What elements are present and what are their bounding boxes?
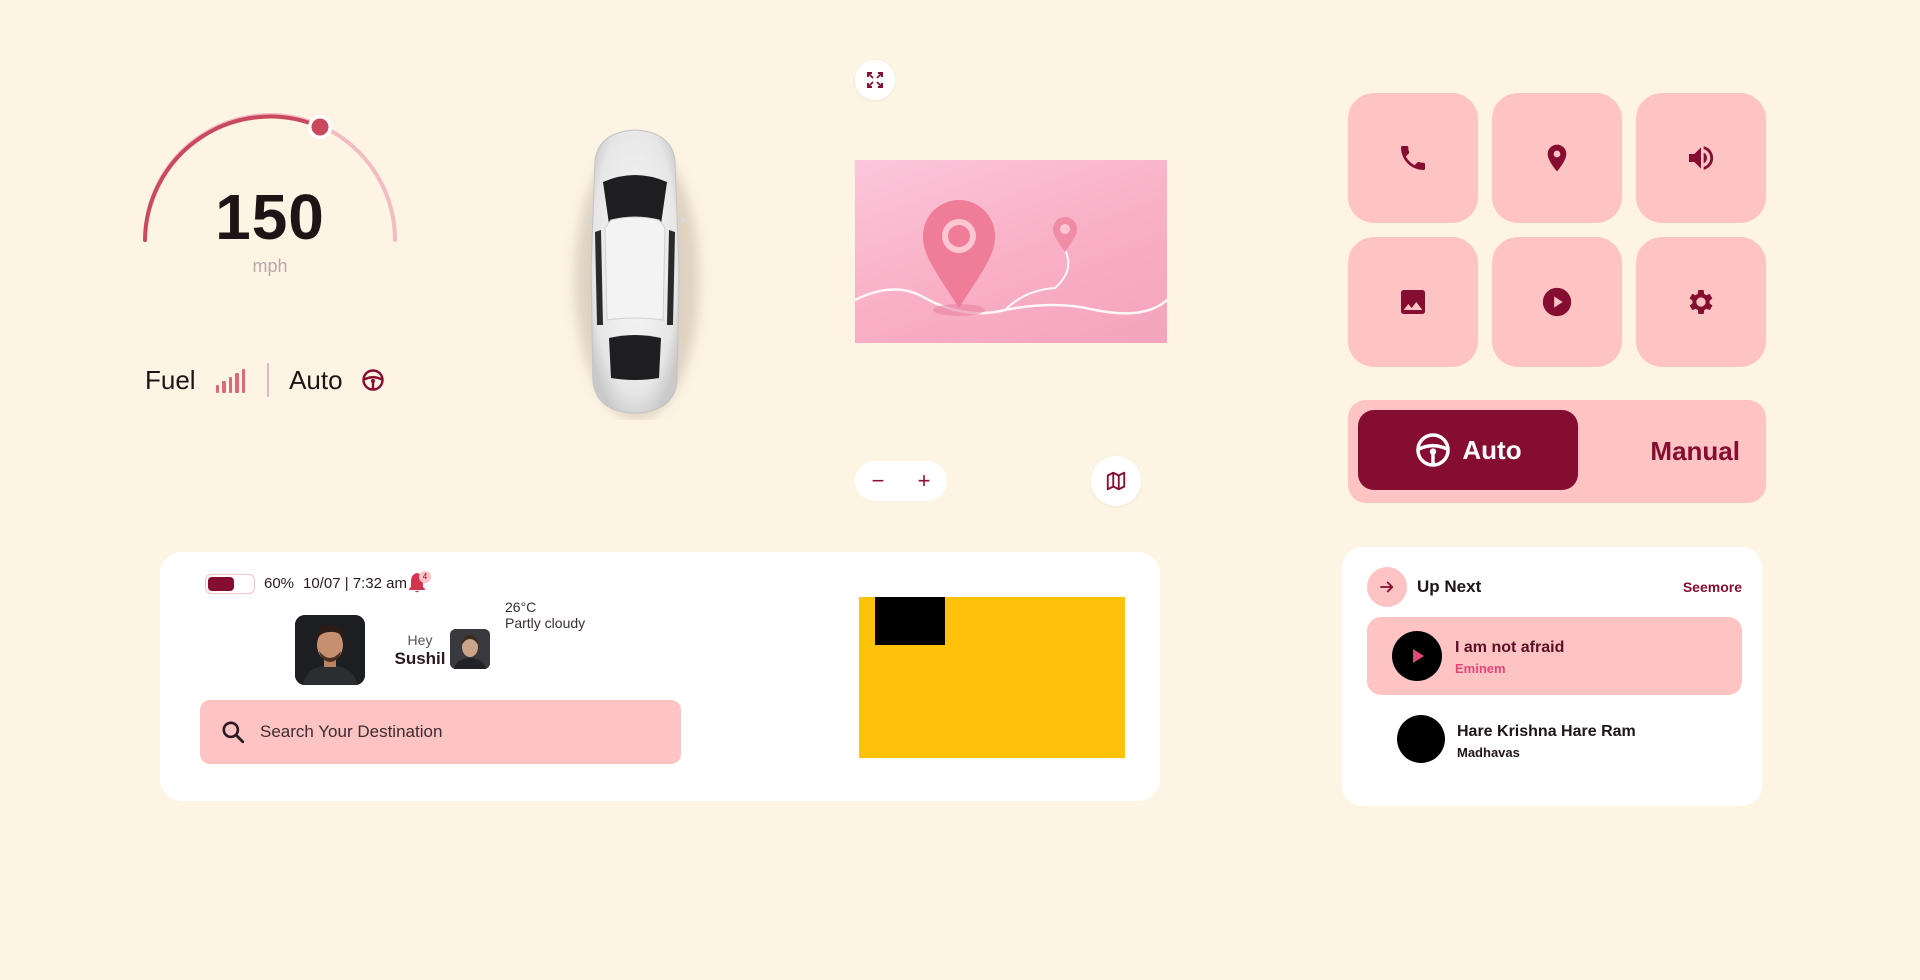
arrow-right-icon (1380, 581, 1394, 593)
phone-tile-button[interactable] (1348, 93, 1478, 223)
settings-tile-button[interactable] (1636, 237, 1766, 367)
expand-map-button[interactable] (855, 60, 895, 100)
info-card: 60% 10/07 | 7:32 am 4 Hey Sushil 26°C Pa… (160, 552, 1160, 801)
speed-unit: mph (252, 256, 288, 276)
auto-mode-label: Auto (1462, 434, 1522, 465)
play-button[interactable] (1392, 631, 1442, 681)
phone-icon (1401, 146, 1425, 170)
up-next-arrow-button[interactable] (1367, 567, 1407, 607)
map-preview-image[interactable] (855, 160, 1167, 343)
manual-mode-button[interactable]: Manual (1650, 400, 1740, 503)
location-tile-button[interactable] (1492, 93, 1622, 223)
steering-wheel-icon (1416, 433, 1451, 467)
track-artist: Eminem (1455, 661, 1506, 676)
battery-fill (208, 577, 235, 591)
play-icon (1542, 287, 1572, 317)
drive-mode-toggle: Auto Manual (1348, 400, 1766, 503)
weather-widget-panel (859, 597, 1125, 758)
track-title: I am not afraid (1455, 639, 1565, 656)
steering-wheel-icon (361, 369, 384, 391)
settings-icon (1689, 290, 1713, 314)
battery-indicator (205, 574, 255, 594)
speed-gauge-knob (311, 118, 329, 136)
zoom-control: − + (855, 461, 947, 501)
status-divider (267, 363, 270, 397)
search-input[interactable] (260, 722, 660, 742)
zoom-in-button[interactable]: + (904, 461, 944, 501)
volume-icon (1689, 146, 1714, 170)
auto-mode-button[interactable]: Auto (1358, 410, 1578, 490)
speedometer: 150 mph (130, 100, 410, 300)
drive-label: Auto (289, 364, 343, 395)
fuel-label: Fuel (145, 364, 196, 395)
car-image (555, 120, 715, 420)
media-tile-button[interactable] (1492, 237, 1622, 367)
weather-temperature: 26°C (505, 599, 537, 615)
vehicle-status-row: Fuel Auto (145, 360, 385, 400)
secondary-avatar[interactable] (450, 629, 490, 669)
track-item[interactable]: Hare Krishna Hare Ram Madhavas (1367, 697, 1742, 775)
user-name: Sushil (394, 649, 446, 668)
volume-tile-button[interactable] (1636, 93, 1766, 223)
user-avatar[interactable] (295, 615, 365, 685)
weather-widget-placeholder (875, 597, 945, 645)
greeting-text: Hey (407, 632, 433, 648)
track-title: Hare Krishna Hare Ram (1457, 723, 1636, 740)
map-view-button[interactable] (1091, 456, 1141, 506)
notifications-button[interactable]: 4 (406, 570, 432, 596)
map-icon (1106, 471, 1126, 491)
battery-percent: 60% (264, 575, 295, 592)
weather-condition: Partly cloudy (505, 615, 586, 631)
speed-value: 150 (215, 181, 325, 253)
expand-icon (867, 72, 883, 88)
play-icon (1413, 649, 1424, 663)
notification-count: 4 (422, 572, 428, 581)
search-icon (222, 721, 245, 744)
up-next-title: Up Next (1417, 577, 1482, 596)
track-item-playing[interactable]: I am not afraid Eminem (1367, 617, 1742, 695)
track-artist: Madhavas (1457, 745, 1520, 760)
destination-search-bar[interactable] (200, 700, 681, 764)
zoom-out-button[interactable]: − (858, 461, 898, 501)
track-artwork (1397, 715, 1445, 763)
gallery-tile-button[interactable] (1348, 237, 1478, 367)
see-more-link[interactable]: Seemore (1683, 579, 1742, 595)
location-pin-icon (1547, 144, 1567, 172)
fuel-level-icon (215, 367, 246, 393)
date-time: 10/07 | 7:32 am (303, 575, 407, 592)
image-icon (1401, 290, 1425, 314)
up-next-card: Up Next Seemore I am not afraid Eminem H… (1342, 547, 1762, 806)
